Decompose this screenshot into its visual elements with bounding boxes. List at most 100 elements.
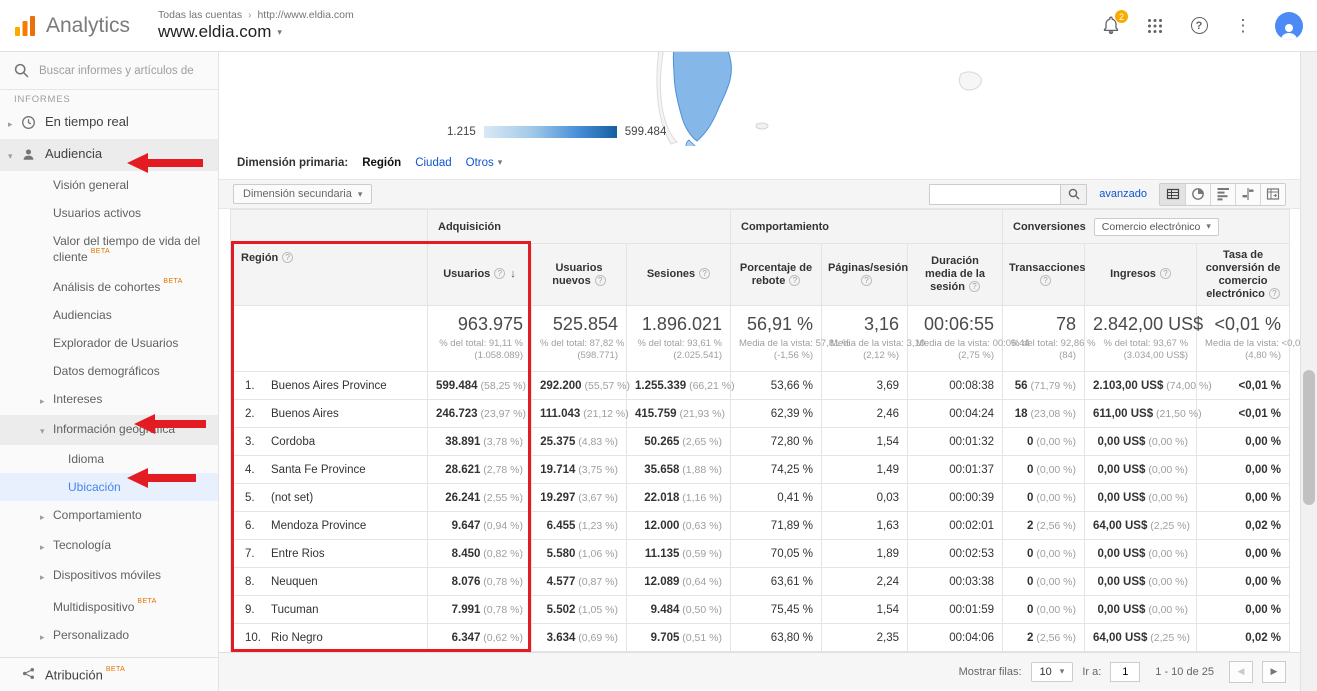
help-button[interactable]: ? [1187, 14, 1211, 38]
breadcrumb-accounts[interactable]: Todas las cuentas [158, 9, 242, 21]
help-icon[interactable]: ? [969, 281, 980, 292]
region-cell[interactable]: 6.Mendoza Province [231, 512, 428, 540]
ecommerce-selector[interactable]: Comercio electrónico ▾ [1094, 218, 1219, 236]
sidebar-item-ubicacion[interactable]: Ubicación [0, 473, 218, 501]
column-header-region[interactable]: Región? [231, 244, 428, 306]
sidebar-item-label: Audiencia [45, 147, 214, 161]
help-icon[interactable]: ? [1160, 268, 1171, 279]
search-input[interactable] [39, 65, 199, 77]
sidebar-item-usuarios-activos[interactable]: Usuarios activos [0, 199, 218, 227]
sidebar-item-datos-demograficos[interactable]: Datos demográficos [0, 357, 218, 385]
breadcrumb-property[interactable]: http://www.eldia.com [257, 9, 353, 21]
table-row[interactable]: 5.(not set)26.241 (2,55 %)19.297 (3,67 %… [231, 484, 1290, 512]
help-icon[interactable]: ? [282, 252, 293, 263]
column-header[interactable]: Ingresos? [1085, 244, 1197, 306]
table-row[interactable]: 3.Cordoba38.891 (3,78 %)25.375 (4,83 %)5… [231, 428, 1290, 456]
column-header[interactable]: Transacciones? [1003, 244, 1085, 306]
table-row[interactable]: 8.Neuquen8.076 (0,78 %)4.577 (0,87 %)12.… [231, 568, 1290, 596]
dimension-other-dropdown[interactable]: Otros ▾ [466, 157, 503, 169]
sidebar-search[interactable] [0, 52, 218, 90]
user-avatar[interactable] [1275, 12, 1303, 40]
map-islands-outline [959, 72, 981, 90]
previous-page-button[interactable]: ◀ [1229, 661, 1253, 683]
dimension-region-selected[interactable]: Región [362, 157, 401, 169]
help-icon[interactable]: ? [699, 268, 710, 279]
comparison-view-icon[interactable] [1235, 184, 1260, 205]
sidebar-item-explorador-usuarios[interactable]: Explorador de Usuarios [0, 329, 218, 357]
region-cell[interactable]: 3.Cordoba [231, 428, 428, 456]
column-header[interactable]: Usuarios nuevos? [532, 244, 627, 306]
sidebar-item-atribucion[interactable]: AtribuciónBETA [0, 657, 218, 690]
scrollbar-thumb[interactable] [1303, 370, 1315, 505]
region-cell[interactable]: 9.Tucuman [231, 596, 428, 624]
sidebar-item-audiencia[interactable]: ▾ Audiencia [0, 139, 218, 171]
sidebar-item-vision-general[interactable]: Visión general [0, 171, 218, 199]
sidebar-item-en-tiempo-real[interactable]: ▸En tiempo real [0, 107, 218, 139]
table-row[interactable]: 6.Mendoza Province9.647 (0,94 %)6.455 (1… [231, 512, 1290, 540]
table-row[interactable]: 7.Entre Rios8.450 (0,82 %)5.580 (1,06 %)… [231, 540, 1290, 568]
table-row[interactable]: 2.Buenos Aires246.723 (23,97 %)111.043 (… [231, 400, 1290, 428]
region-cell[interactable]: 1.Buenos Aires Province [231, 372, 428, 400]
analytics-logo[interactable]: Analytics [12, 13, 130, 39]
table-view-icon[interactable] [1160, 184, 1185, 205]
percentage-view-icon[interactable] [1185, 184, 1210, 205]
account-selector[interactable]: www.eldia.com ▾ [158, 22, 354, 42]
more-menu-button[interactable]: ⋮ [1231, 14, 1255, 38]
region-cell[interactable]: 4.Santa Fe Province [231, 456, 428, 484]
sidebar-item-informacion-geografica[interactable]: ▾Información geográfica [0, 415, 218, 445]
help-icon[interactable]: ? [1269, 288, 1280, 299]
apps-grid-button[interactable] [1143, 14, 1167, 38]
metric-cell: 9.647 (0,94 %) [428, 512, 532, 540]
chevron-down-icon: ▾ [8, 147, 21, 163]
goto-page-input[interactable] [1110, 662, 1140, 682]
sidebar-item-audiencias[interactable]: Audiencias [0, 301, 218, 329]
group-comportamiento: Comportamiento [731, 210, 1003, 244]
sidebar-item-multidispositivo[interactable]: MultidispositivoBETA [0, 591, 218, 621]
column-header[interactable]: Tasa de conversión de comercio electróni… [1197, 244, 1290, 306]
help-icon[interactable]: ? [789, 275, 800, 286]
dimension-city-link[interactable]: Ciudad [415, 157, 451, 169]
help-icon[interactable]: ? [595, 275, 606, 286]
table-row[interactable]: 9.Tucuman7.991 (0,78 %)5.502 (1,05 %)9.4… [231, 596, 1290, 624]
search-icon [14, 63, 29, 78]
rows-per-page-select[interactable]: 10 ▾ [1031, 662, 1074, 682]
region-cell[interactable]: 10.Rio Negro [231, 624, 428, 652]
sidebar-item-valor-tiempo-vida[interactable]: Valor del tiempo de vida del clienteBETA [0, 227, 218, 271]
column-header[interactable]: Páginas/sesión? [822, 244, 908, 306]
metric-cell: 19.714 (3,75 %) [532, 456, 627, 484]
sidebar-item-comportamiento[interactable]: ▸Comportamiento [0, 501, 218, 531]
advanced-search-link[interactable]: avanzado [1099, 188, 1147, 200]
region-cell[interactable]: 5.(not set) [231, 484, 428, 512]
sidebar-item-intereses[interactable]: ▸Intereses [0, 385, 218, 415]
region-cell[interactable]: 8.Neuquen [231, 568, 428, 596]
notifications-button[interactable]: 2 [1099, 14, 1123, 38]
help-icon[interactable]: ? [494, 268, 505, 279]
table-row[interactable]: 1.Buenos Aires Province599.484 (58,25 %)… [231, 372, 1290, 400]
metric-cell: 38.891 (3,78 %) [428, 428, 532, 456]
next-page-button[interactable]: ▶ [1262, 661, 1286, 683]
table-search-button[interactable] [1061, 184, 1087, 205]
metric-cell: 00:03:38 [908, 568, 1003, 596]
sidebar-item-dispositivos-moviles[interactable]: ▸Dispositivos móviles [0, 561, 218, 591]
help-icon[interactable]: ? [1040, 275, 1051, 286]
region-cell[interactable]: 7.Entre Rios [231, 540, 428, 568]
sidebar-item-label: Visión general [53, 178, 214, 192]
pivot-view-icon[interactable] [1260, 184, 1285, 205]
table-row[interactable]: 10.Rio Negro6.347 (0,62 %)3.634 (0,69 %)… [231, 624, 1290, 652]
table-row[interactable]: 4.Santa Fe Province28.621 (2,78 %)19.714… [231, 456, 1290, 484]
column-header[interactable]: Sesiones? [627, 244, 731, 306]
sidebar-item-analisis-cohortes[interactable]: Análisis de cohortesBETA [0, 271, 218, 301]
region-cell[interactable]: 2.Buenos Aires [231, 400, 428, 428]
geo-map[interactable]: 1.215 599.484 [219, 52, 1300, 146]
table-search-input[interactable] [929, 184, 1061, 205]
sidebar-item-tecnologia[interactable]: ▸Tecnología [0, 531, 218, 561]
page-scrollbar[interactable] [1300, 52, 1317, 691]
sidebar-item-idioma[interactable]: Idioma [0, 445, 218, 473]
help-icon[interactable]: ? [861, 275, 872, 286]
performance-view-icon[interactable] [1210, 184, 1235, 205]
column-header[interactable]: Usuarios?↓ [428, 244, 532, 306]
secondary-dimension-button[interactable]: Dimensión secundaria ▾ [233, 184, 372, 204]
column-header[interactable]: Duración media de la sesión? [908, 244, 1003, 306]
column-header[interactable]: Porcentaje de rebote? [731, 244, 822, 306]
sidebar-item-personalizado[interactable]: ▸Personalizado [0, 621, 218, 651]
